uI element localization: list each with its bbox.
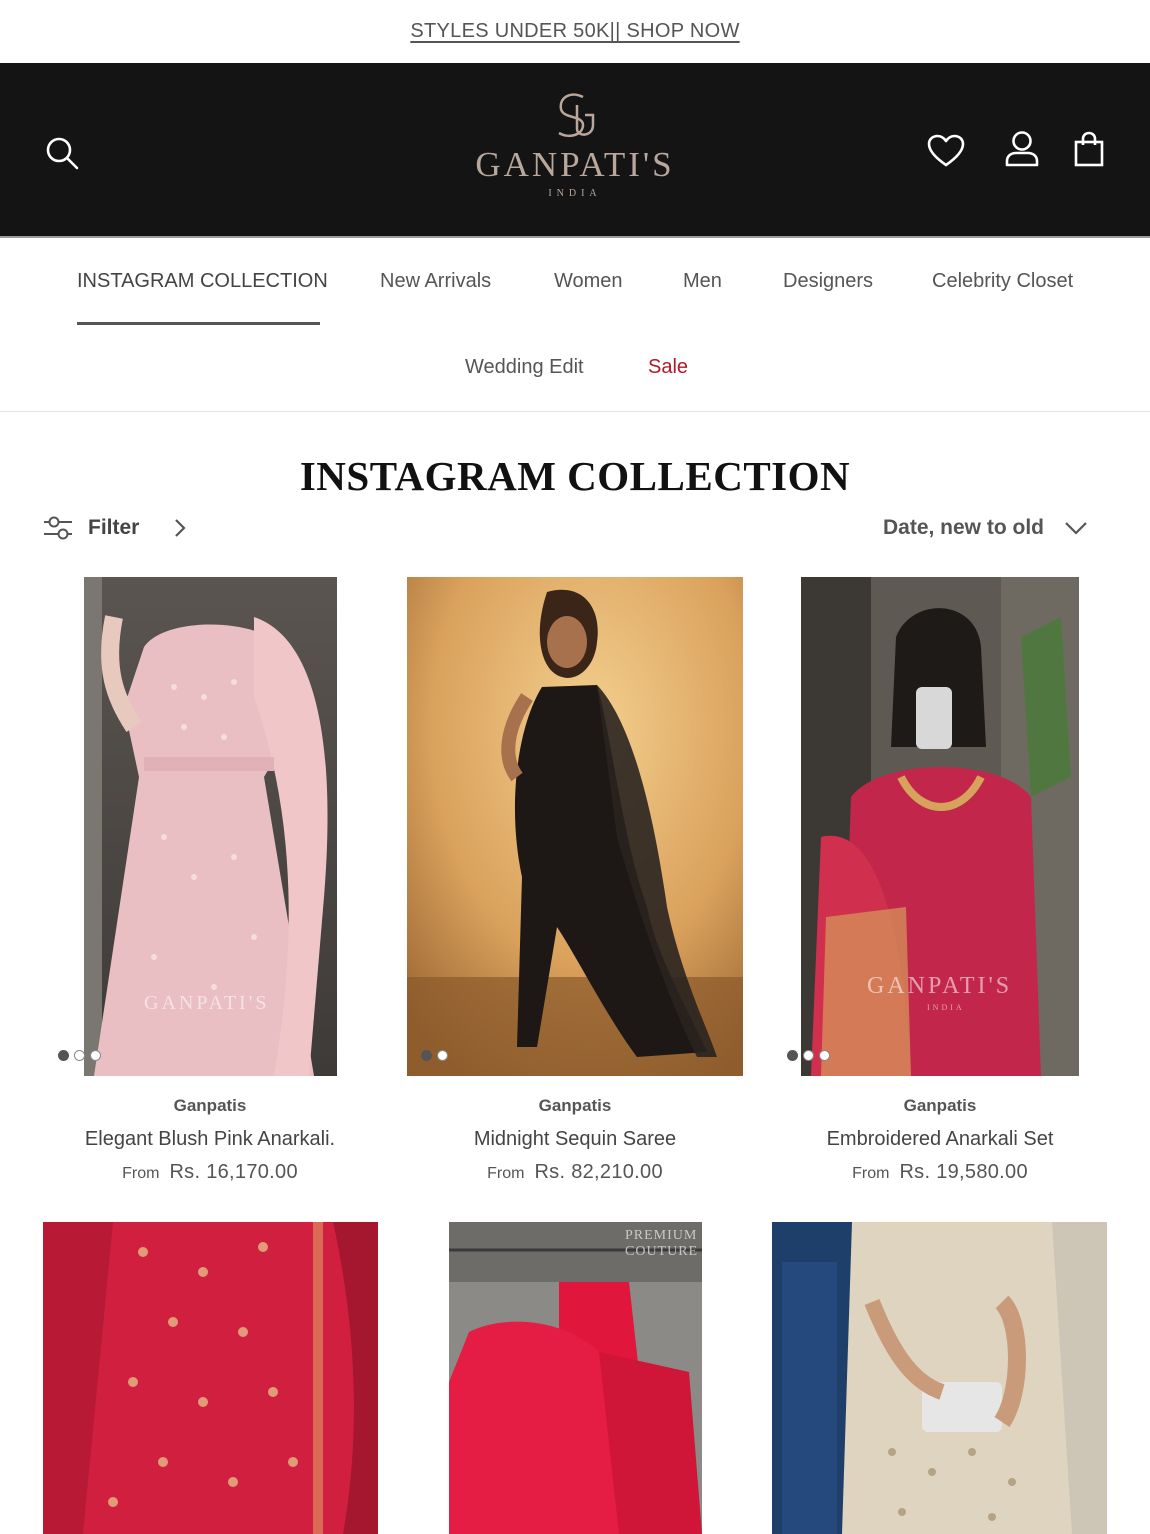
product-vendor: Ganpatis [538, 1096, 612, 1115]
product-image-printed-saree[interactable] [772, 1222, 1107, 1534]
product-photo [43, 1222, 378, 1534]
account-icon[interactable] [1000, 127, 1044, 171]
product-image-blush-anarkali[interactable]: GANPATI'S [84, 577, 337, 1076]
product-image-red-embroidered[interactable] [43, 1222, 378, 1534]
image-carousel-dots[interactable] [787, 1050, 830, 1061]
product-photo [801, 577, 1079, 1076]
product-card-info: Ganpatis Midnight Sequin Saree From Rs. 8… [395, 1096, 755, 1184]
announcement-link[interactable]: STYLES UNDER 50K|| SHOP NOW [410, 20, 739, 43]
carousel-dot[interactable] [90, 1050, 101, 1061]
product-card-info: Ganpatis Embroidered Anarkali Set From Rs… [760, 1096, 1120, 1184]
sort-select[interactable]: Date, new to old [883, 510, 1088, 546]
product-photo [772, 1222, 1107, 1534]
filter-button[interactable]: Filter [42, 510, 187, 546]
image-watermark-sub: INDIA [927, 1003, 965, 1012]
carousel-dot[interactable] [803, 1050, 814, 1061]
carousel-dot[interactable] [421, 1050, 432, 1061]
nav-item-women[interactable]: Women [554, 270, 623, 293]
image-watermark: GANPATI'S [867, 973, 1013, 999]
product-photo [407, 577, 743, 1076]
nav-item-instagram-collection[interactable]: INSTAGRAM COLLECTION [77, 270, 328, 293]
image-watermark: GANPATI'S [144, 992, 270, 1014]
carousel-dot[interactable] [787, 1050, 798, 1061]
search-icon[interactable] [40, 131, 84, 175]
product-image-midnight-saree[interactable] [407, 577, 743, 1076]
announcement-bar: STYLES UNDER 50K|| SHOP NOW [0, 0, 1150, 63]
page-title: INSTAGRAM COLLECTION [299, 453, 851, 499]
nav-item-sale[interactable]: Sale [648, 356, 688, 379]
product-image-red-lehenga[interactable]: PREMIUM COUTURE [449, 1222, 702, 1534]
product-title[interactable]: Elegant Blush Pink Anarkali. [30, 1128, 390, 1151]
product-title[interactable]: Midnight Sequin Saree [395, 1128, 755, 1151]
nav-active-indicator [77, 322, 320, 325]
product-price: From Rs. 82,210.00 [487, 1161, 663, 1183]
bag-icon[interactable] [1067, 127, 1111, 171]
carousel-dot[interactable] [819, 1050, 830, 1061]
main-navigation: INSTAGRAM COLLECTION New Arrivals Women … [0, 240, 1150, 412]
product-card-info: Ganpatis Elegant Blush Pink Anarkali. Fr… [30, 1096, 390, 1184]
product-vendor: Ganpatis [903, 1096, 977, 1115]
carousel-dot[interactable] [437, 1050, 448, 1061]
carousel-dot[interactable] [58, 1050, 69, 1061]
logo-wordmark: GANPATI'S [475, 145, 675, 184]
nav-item-men[interactable]: Men [683, 270, 722, 293]
sort-label: Date, new to old [882, 516, 1044, 539]
image-carousel-dots[interactable] [58, 1050, 101, 1061]
chevron-down-icon [1065, 522, 1087, 535]
nav-item-new-arrivals[interactable]: New Arrivals [380, 270, 491, 293]
carousel-dot[interactable] [74, 1050, 85, 1061]
image-carousel-dots[interactable] [421, 1050, 448, 1061]
filter-label: Filter [88, 516, 140, 539]
site-logo[interactable]: GANPATI'S INDIA [445, 89, 705, 219]
chevron-right-icon [175, 519, 186, 537]
product-title[interactable]: Embroidered Anarkali Set [760, 1128, 1120, 1151]
nav-item-celebrity-closet[interactable]: Celebrity Closet [932, 270, 1073, 293]
filter-sliders-icon [44, 516, 72, 540]
image-watermark: PREMIUM COUTURE [625, 1228, 699, 1259]
product-photo [449, 1222, 702, 1534]
product-vendor: Ganpatis [173, 1096, 247, 1115]
product-price: From Rs. 19,580.00 [852, 1161, 1028, 1183]
logo-monogram-icon [558, 93, 595, 137]
logo-subtitle: INDIA [548, 188, 602, 199]
nav-item-wedding-edit[interactable]: Wedding Edit [465, 356, 584, 379]
product-image-embroidered-anarkali[interactable]: GANPATI'S INDIA [801, 577, 1079, 1076]
nav-item-designers[interactable]: Designers [783, 270, 873, 293]
product-price: From Rs. 16,170.00 [122, 1161, 298, 1183]
site-header: GANPATI'S INDIA [0, 63, 1150, 238]
heart-icon[interactable] [924, 129, 968, 173]
